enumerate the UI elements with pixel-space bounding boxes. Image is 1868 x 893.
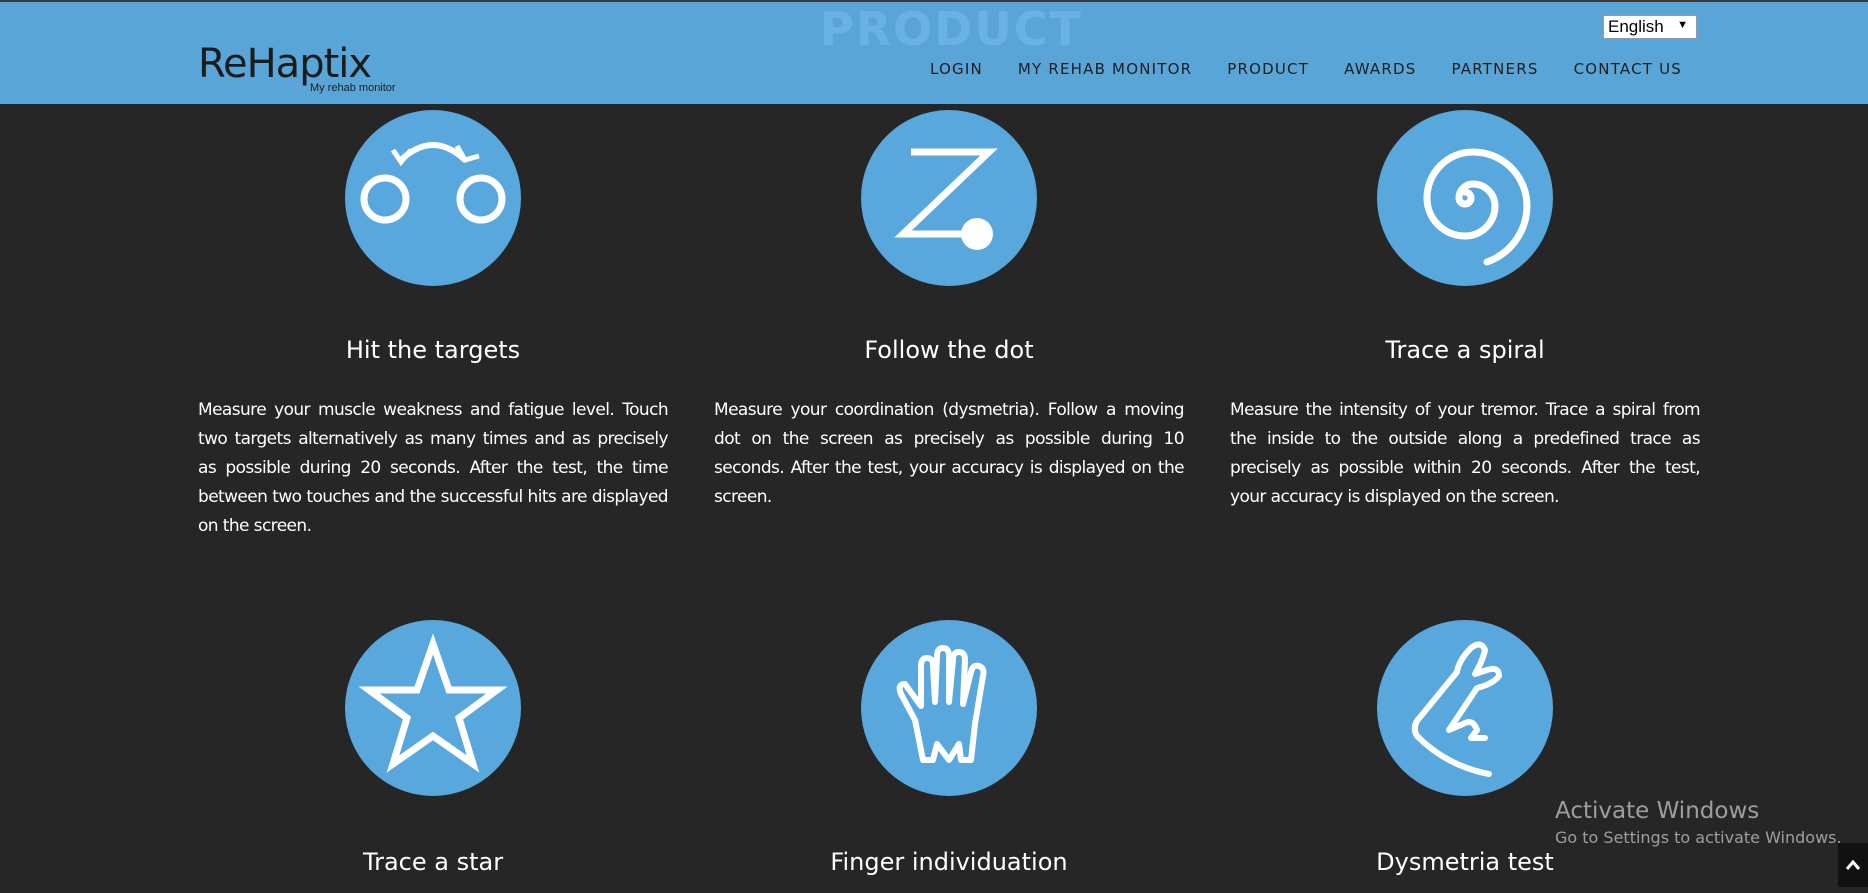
nav-product[interactable]: PRODUCT: [1227, 60, 1309, 78]
pointing-arm-icon: [1377, 620, 1553, 796]
feature-description: Measure the intensity of your tremor. Tr…: [1230, 400, 1701, 507]
nav-login[interactable]: LOGIN: [930, 60, 983, 78]
feature-title: Dysmetria test: [1376, 848, 1554, 876]
language-selected: English: [1608, 17, 1664, 36]
feature-title: Hit the targets: [345, 336, 521, 364]
nav-my-rehab-monitor[interactable]: MY REHAB MONITOR: [1018, 60, 1192, 78]
follow-dot-icon: [861, 110, 1037, 286]
activate-windows-title: Activate Windows: [1555, 798, 1760, 824]
scroll-to-top-button[interactable]: [1838, 843, 1868, 887]
feature-title: Follow the dot: [864, 336, 1034, 364]
feature-description: Measure your coordination (dysmetria). F…: [714, 400, 1185, 507]
spiral-icon: [1377, 110, 1553, 286]
dropdown-arrow-icon: ▼: [1677, 19, 1688, 31]
nav-awards[interactable]: AWARDS: [1344, 60, 1416, 78]
activate-windows-subtitle: Go to Settings to activate Windows.: [1555, 828, 1842, 847]
feature-title: Trace a star: [362, 848, 504, 876]
chevron-up-icon: [1845, 859, 1861, 870]
section-title-watermark: PRODUCT: [820, 2, 1083, 56]
main-nav: LOGIN MY REHAB MONITOR PRODUCT AWARDS PA…: [930, 60, 1682, 78]
activate-windows-watermark: Activate Windows Go to Settings to activ…: [1555, 796, 1842, 850]
targets-icon: [345, 110, 521, 286]
feature-description: Measure your muscle weakness and fatigue…: [198, 400, 669, 536]
logo[interactable]: ReHaptix My rehab monitor: [198, 40, 398, 98]
site-header: PRODUCT ReHaptix My rehab monitor Englis…: [0, 0, 1868, 104]
feature-title: Finger individuation: [830, 848, 1068, 876]
language-select[interactable]: English ▼: [1603, 15, 1697, 39]
logo-text: ReHaptix: [198, 41, 372, 87]
hand-icon: [861, 620, 1037, 796]
logo-tagline: My rehab monitor: [310, 82, 396, 94]
nav-contact-us[interactable]: CONTACT US: [1574, 60, 1682, 78]
star-icon: [345, 620, 521, 796]
nav-partners[interactable]: PARTNERS: [1452, 60, 1539, 78]
feature-title: Trace a spiral: [1385, 336, 1545, 364]
